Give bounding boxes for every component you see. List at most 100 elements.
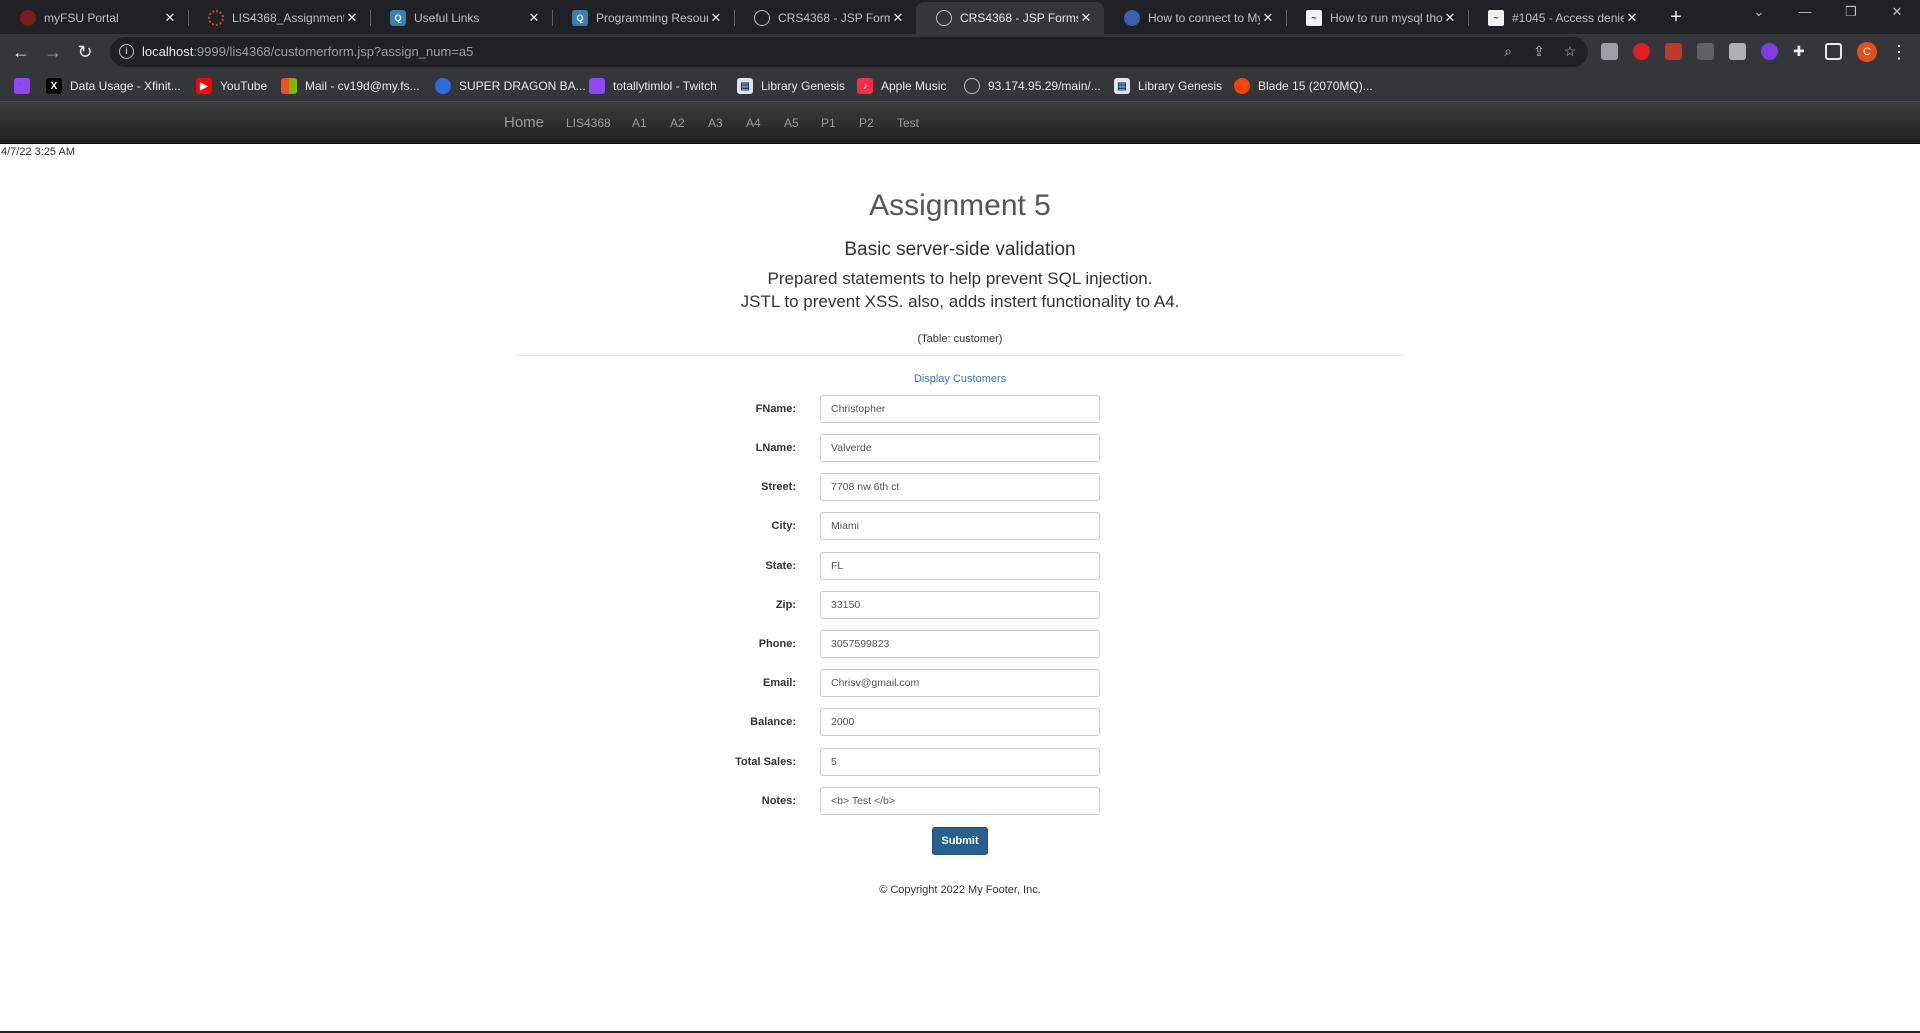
bookmark-star-icon[interactable]: ☆ <box>1560 43 1580 60</box>
extension-icon[interactable] <box>1761 43 1778 60</box>
fsu-icon <box>20 10 36 26</box>
bookmark-1[interactable]: X Data Usage - Xfinit... <box>46 78 181 94</box>
nav-p2[interactable]: P2 <box>859 116 874 130</box>
tab-8[interactable]: ~ How to run mysql tho ✕ <box>1286 2 1468 34</box>
extension-icon[interactable] <box>1665 43 1682 60</box>
submit-button[interactable]: Submit <box>932 827 988 855</box>
notes-input[interactable] <box>820 787 1100 815</box>
form-row-balance: Balance: <box>0 708 1920 736</box>
bookmark-6[interactable]: ▤ Library Genesis <box>737 78 845 94</box>
description-line-1: Prepared statements to help prevent SQL … <box>767 269 1153 288</box>
bookmark-9[interactable]: ▤ Library Genesis <box>1114 78 1222 94</box>
nav-a5[interactable]: A5 <box>784 116 799 130</box>
reload-button[interactable]: ↻ <box>72 40 98 64</box>
close-icon[interactable]: ✕ <box>1260 10 1276 26</box>
tab-5[interactable]: CRS4368 - JSP Forms ✕ <box>734 2 916 34</box>
city-input[interactable] <box>820 512 1100 540</box>
bookmark-4[interactable]: SUPER DRAGON BA... <box>435 78 586 94</box>
bookmark-8[interactable]: 93.174.95.29/main/... <box>964 78 1101 94</box>
nav-a3[interactable]: A3 <box>708 116 723 130</box>
side-panel-icon[interactable] <box>1825 43 1842 60</box>
info-icon[interactable]: i <box>119 44 134 59</box>
nav-a1[interactable]: A1 <box>632 116 647 130</box>
globe-icon <box>964 78 980 94</box>
page-icon: Q <box>572 10 588 26</box>
puzzle-icon[interactable]: ✚ <box>1793 43 1810 60</box>
close-window-button[interactable]: ✕ <box>1874 4 1920 20</box>
nav-lis4368[interactable]: LIS4368 <box>566 116 611 130</box>
forward-button[interactable]: → <box>40 40 66 64</box>
extension-icon[interactable] <box>1601 43 1618 60</box>
extension-icon[interactable] <box>1633 43 1650 60</box>
balance-input[interactable] <box>820 708 1100 736</box>
tab-2[interactable]: LIS4368_Assignment5 ✕ <box>188 2 370 34</box>
url-text[interactable]: localhost:9999/lis4368/customerform.jsp?… <box>142 44 473 59</box>
lname-input[interactable] <box>820 434 1100 462</box>
close-icon[interactable]: ✕ <box>1078 10 1094 26</box>
tab-search-icon[interactable]: ⌄ <box>1736 4 1782 20</box>
state-input[interactable] <box>820 552 1100 580</box>
menu-icon[interactable]: ⋮ <box>1886 40 1912 64</box>
tab-6-active[interactable]: CRS4368 - JSP Forms ✕ <box>916 2 1104 34</box>
site-icon: ~ <box>1306 10 1322 26</box>
bookmark-5[interactable]: totallytimlol - Twitch <box>589 78 717 94</box>
street-input[interactable] <box>820 473 1100 501</box>
fname-input[interactable] <box>820 395 1100 423</box>
extension-icon[interactable] <box>1729 43 1746 60</box>
tab-4[interactable]: Q Programming Resources ✕ <box>552 2 734 34</box>
form-row-city: City: <box>0 512 1920 540</box>
zoom-icon[interactable]: ⌕ <box>1498 43 1518 60</box>
display-customers-link[interactable]: Display Customers <box>0 373 1920 385</box>
tab-title: myFSU Portal <box>44 11 119 25</box>
restore-button[interactable]: ❐ <box>1828 4 1874 20</box>
bookmark-label: Mail - cv19d@my.fs... <box>305 79 420 93</box>
nav-home[interactable]: Home <box>504 114 544 131</box>
close-icon[interactable]: ✕ <box>890 10 906 26</box>
close-icon[interactable]: ✕ <box>162 10 178 26</box>
form-row-fname: FName: <box>0 395 1920 423</box>
back-button[interactable]: ← <box>8 40 34 64</box>
tab-3[interactable]: Q Useful Links ✕ <box>370 2 552 34</box>
tab-strip: myFSU Portal ✕ LIS4368_Assignment5 ✕ Q U… <box>0 0 1920 34</box>
zip-input[interactable] <box>820 591 1100 619</box>
bookmark-2[interactable]: ▶ YouTube <box>196 78 267 94</box>
profile-avatar[interactable]: C <box>1857 42 1877 62</box>
lname-label: LName: <box>755 442 796 454</box>
bookmark-7[interactable]: ♪ Apple Music <box>857 78 946 94</box>
bookmark-twitch[interactable] <box>14 78 38 94</box>
address-bar[interactable]: i localhost:9999/lis4368/customerform.js… <box>110 37 1588 67</box>
nav-test[interactable]: Test <box>897 116 919 130</box>
bookmark-10[interactable]: Blade 15 (2070MQ)... <box>1234 78 1373 94</box>
page-footer: © Copyright 2022 My Footer, Inc. <box>879 884 1041 896</box>
nav-p1[interactable]: P1 <box>821 116 836 130</box>
total-sales-label: Total Sales: <box>735 756 796 768</box>
tab-title: Useful Links <box>414 11 480 25</box>
minimize-button[interactable]: — <box>1782 4 1828 19</box>
nav-a4[interactable]: A4 <box>746 116 761 130</box>
state-label: State: <box>765 560 796 572</box>
bookmark-label: 93.174.95.29/main/... <box>988 79 1101 93</box>
site-icon <box>435 78 451 94</box>
tab-1[interactable]: myFSU Portal ✕ <box>0 2 188 34</box>
tab-7[interactable]: How to connect to My ✕ <box>1104 2 1286 34</box>
total-sales-input[interactable] <box>820 748 1100 776</box>
bookmark-3[interactable]: Mail - cv19d@my.fs... <box>281 78 420 94</box>
form-row-state: State: <box>0 552 1920 580</box>
nav-a2[interactable]: A2 <box>670 116 685 130</box>
new-tab-button[interactable]: + <box>1662 4 1690 30</box>
book-icon: ▤ <box>1114 78 1130 94</box>
tab-9[interactable]: ~ #1045 - Access denied ✕ <box>1468 2 1650 34</box>
email-input[interactable] <box>820 669 1100 697</box>
close-icon[interactable]: ✕ <box>1624 10 1640 26</box>
bookmark-label: Library Genesis <box>761 79 846 93</box>
phone-input[interactable] <box>820 630 1100 658</box>
share-icon[interactable]: ⇪ <box>1529 43 1549 60</box>
bookmark-label: YouTube <box>220 79 268 93</box>
extension-icon[interactable] <box>1697 43 1714 60</box>
zip-label: Zip: <box>775 599 796 611</box>
close-icon[interactable]: ✕ <box>1442 10 1458 26</box>
close-icon[interactable]: ✕ <box>708 10 724 26</box>
close-icon[interactable]: ✕ <box>526 10 542 26</box>
site-icon <box>1124 10 1140 26</box>
close-icon[interactable]: ✕ <box>344 10 360 26</box>
